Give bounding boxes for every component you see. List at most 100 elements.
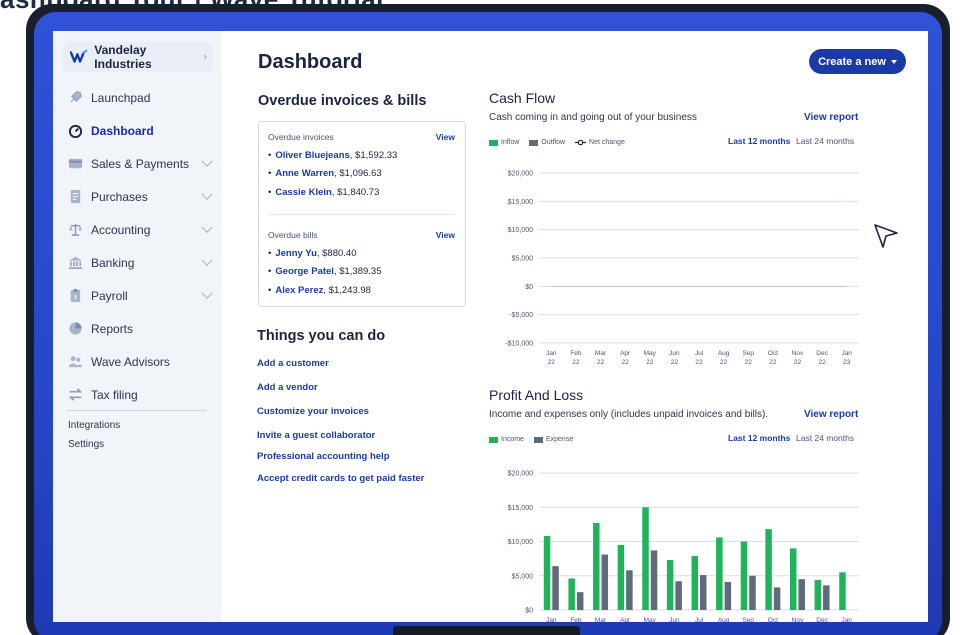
sidebar-item-wave-advisors[interactable]: Wave Advisors [53,345,221,378]
overdue-bill-row[interactable]: • George Patel, $1,389.35 [268,266,381,277]
app-screen: Vandelay Industries › Launchpad Dashboar… [53,31,928,622]
bar-expense [675,581,682,610]
sidebar-item-tax-filing[interactable]: Tax filing [53,378,221,411]
legend-item-inflow[interactable]: Inflow [489,139,519,146]
bar-expense [601,554,609,610]
overdue-invoices-view-link[interactable]: View [436,132,455,142]
y-tick-label: -$10,000 [505,341,533,348]
x-tick-label: Aug [718,350,730,357]
pnl-range-12-months[interactable]: Last 12 months [728,433,790,443]
invoice-customer-link[interactable]: Cassie Klein [275,187,332,198]
overdue-invoice-row[interactable]: • Anne Warren, $1,096.63 [268,168,382,179]
create-new-button[interactable]: Create a new [809,49,906,74]
bar-income [617,544,625,610]
todo-link-add-customer[interactable]: Add a customer [257,358,329,369]
x-tick-label: Mar [595,617,607,622]
todo-link-invite-collaborator[interactable]: Invite a guest collaborator [257,430,375,441]
bar-expense [823,585,830,610]
legend-swatch [489,139,498,146]
overdue-bills-view-link[interactable]: View [436,230,455,240]
chevron-down-icon[interactable] [201,188,213,200]
sidebar-item-reports[interactable]: Reports [53,312,221,345]
x-tick-label-year: 22 [695,359,703,366]
overdue-bill-row[interactable]: • Alex Perez, $1,243.98 [268,285,371,296]
invoice-customer-link[interactable]: Oliver Bluejeans [275,150,349,161]
sidebar-item-label: Tax filing [91,387,138,402]
people-icon [67,354,83,370]
y-tick-label: $0 [525,608,533,615]
rocket-icon [67,90,83,106]
bar-expense [773,587,781,610]
todo-link-accounting-help[interactable]: Professional accounting help [257,451,390,462]
pnl-range-24-months[interactable]: Last 24 months [796,433,854,443]
business-switcher[interactable]: Vandelay Industries › [63,42,213,72]
sidebar-item-purchases[interactable]: Purchases [53,180,221,213]
sidebar-item-launchpad[interactable]: Launchpad [53,81,221,114]
y-tick-label: $5,000 [512,573,534,580]
cashflow-range-24-months[interactable]: Last 24 months [796,136,854,146]
bar-expense [700,575,707,610]
bullet: • [268,187,272,198]
x-tick-label: Jul [695,350,704,357]
bar-expense [650,550,658,610]
bar-income [691,555,698,610]
wave-logo-icon [70,49,88,63]
sidebar-item-dashboard[interactable]: Dashboard [53,114,221,147]
chevron-down-icon[interactable] [201,254,213,266]
legend-item-net-change[interactable]: Net change [575,139,625,146]
bill-vendor-link[interactable]: Alex Perez [275,285,323,296]
chevron-down-icon[interactable] [201,287,213,299]
sidebar-link-integrations[interactable]: Integrations [68,420,120,431]
caret-down-icon [890,59,897,64]
card-divider [268,214,456,215]
x-tick-label: Nov [792,617,804,622]
sidebar-item-banking[interactable]: Banking [53,246,221,279]
overdue-invoice-row[interactable]: • Cassie Klein, $1,840.73 [268,187,379,198]
chevron-down-icon[interactable] [201,221,213,233]
legend-item-expense[interactable]: Expense [533,436,573,443]
overdue-invoice-row[interactable]: • Oliver Bluejeans, $1,592.33 [268,150,397,161]
todo-link-accept-cards[interactable]: Accept credit cards to get paid faster [257,473,424,484]
bar-income [740,541,748,610]
overdue-card: Overdue invoices View • Oliver Bluejeans,… [258,121,466,307]
pnl-subtitle: Income and expenses only (includes unpai… [489,409,769,420]
x-tick-label: Jan [841,617,852,622]
x-tick-label-year: 22 [769,359,777,366]
bill-vendor-link[interactable]: Jenny Yu [275,248,317,259]
sidebar-link-settings[interactable]: Settings [68,439,104,450]
legend-item-outflow[interactable]: Outflow [529,139,565,146]
pnl-view-report-link[interactable]: View report [804,409,858,420]
legend-swatch [529,139,539,146]
overdue-bill-row[interactable]: • Jenny Yu, $880.40 [268,248,357,259]
todo-link-customize-invoices[interactable]: Customize your invoices [257,406,369,417]
x-tick-label: Apr [620,617,631,622]
x-tick-label-year: 22 [646,359,654,366]
y-tick-label: $10,000 [508,539,533,546]
chevron-down-icon[interactable] [201,155,213,167]
legend-item-income[interactable]: Income [489,436,524,443]
bill-amount: , $1,389.35 [333,266,382,277]
sidebar-item-sales-payments[interactable]: Sales & Payments [53,147,221,180]
invoice-customer-link[interactable]: Anne Warren [275,168,334,179]
chevron-right-icon: › [203,51,207,63]
bullet: • [268,285,272,296]
x-tick-label: May [644,350,657,357]
sidebar-item-label: Wave Advisors [91,354,170,369]
todo-section-title: Things you can do [257,328,386,344]
legend-swatch [489,436,498,443]
bill-vendor-link[interactable]: George Patel [275,266,334,277]
y-tick-label: -$5,000 [509,312,533,319]
sidebar-item-accounting[interactable]: Accounting [53,213,221,246]
bar-expense [724,581,732,610]
line-marker-icon [575,139,587,146]
cashflow-view-report-link[interactable]: View report [804,112,858,123]
sidebar-item-payroll[interactable]: Payroll [53,279,221,312]
bar-income [814,579,822,610]
y-tick-label: $20,000 [508,171,533,178]
x-tick-label: Jul [695,617,704,622]
mouse-pointer-icon [874,224,898,248]
bullet: • [268,266,272,277]
cashflow-legend: Inflow Outflow Net change [489,139,625,146]
todo-link-add-vendor[interactable]: Add a vendor [257,382,318,393]
cashflow-range-12-months[interactable]: Last 12 months [728,136,790,146]
